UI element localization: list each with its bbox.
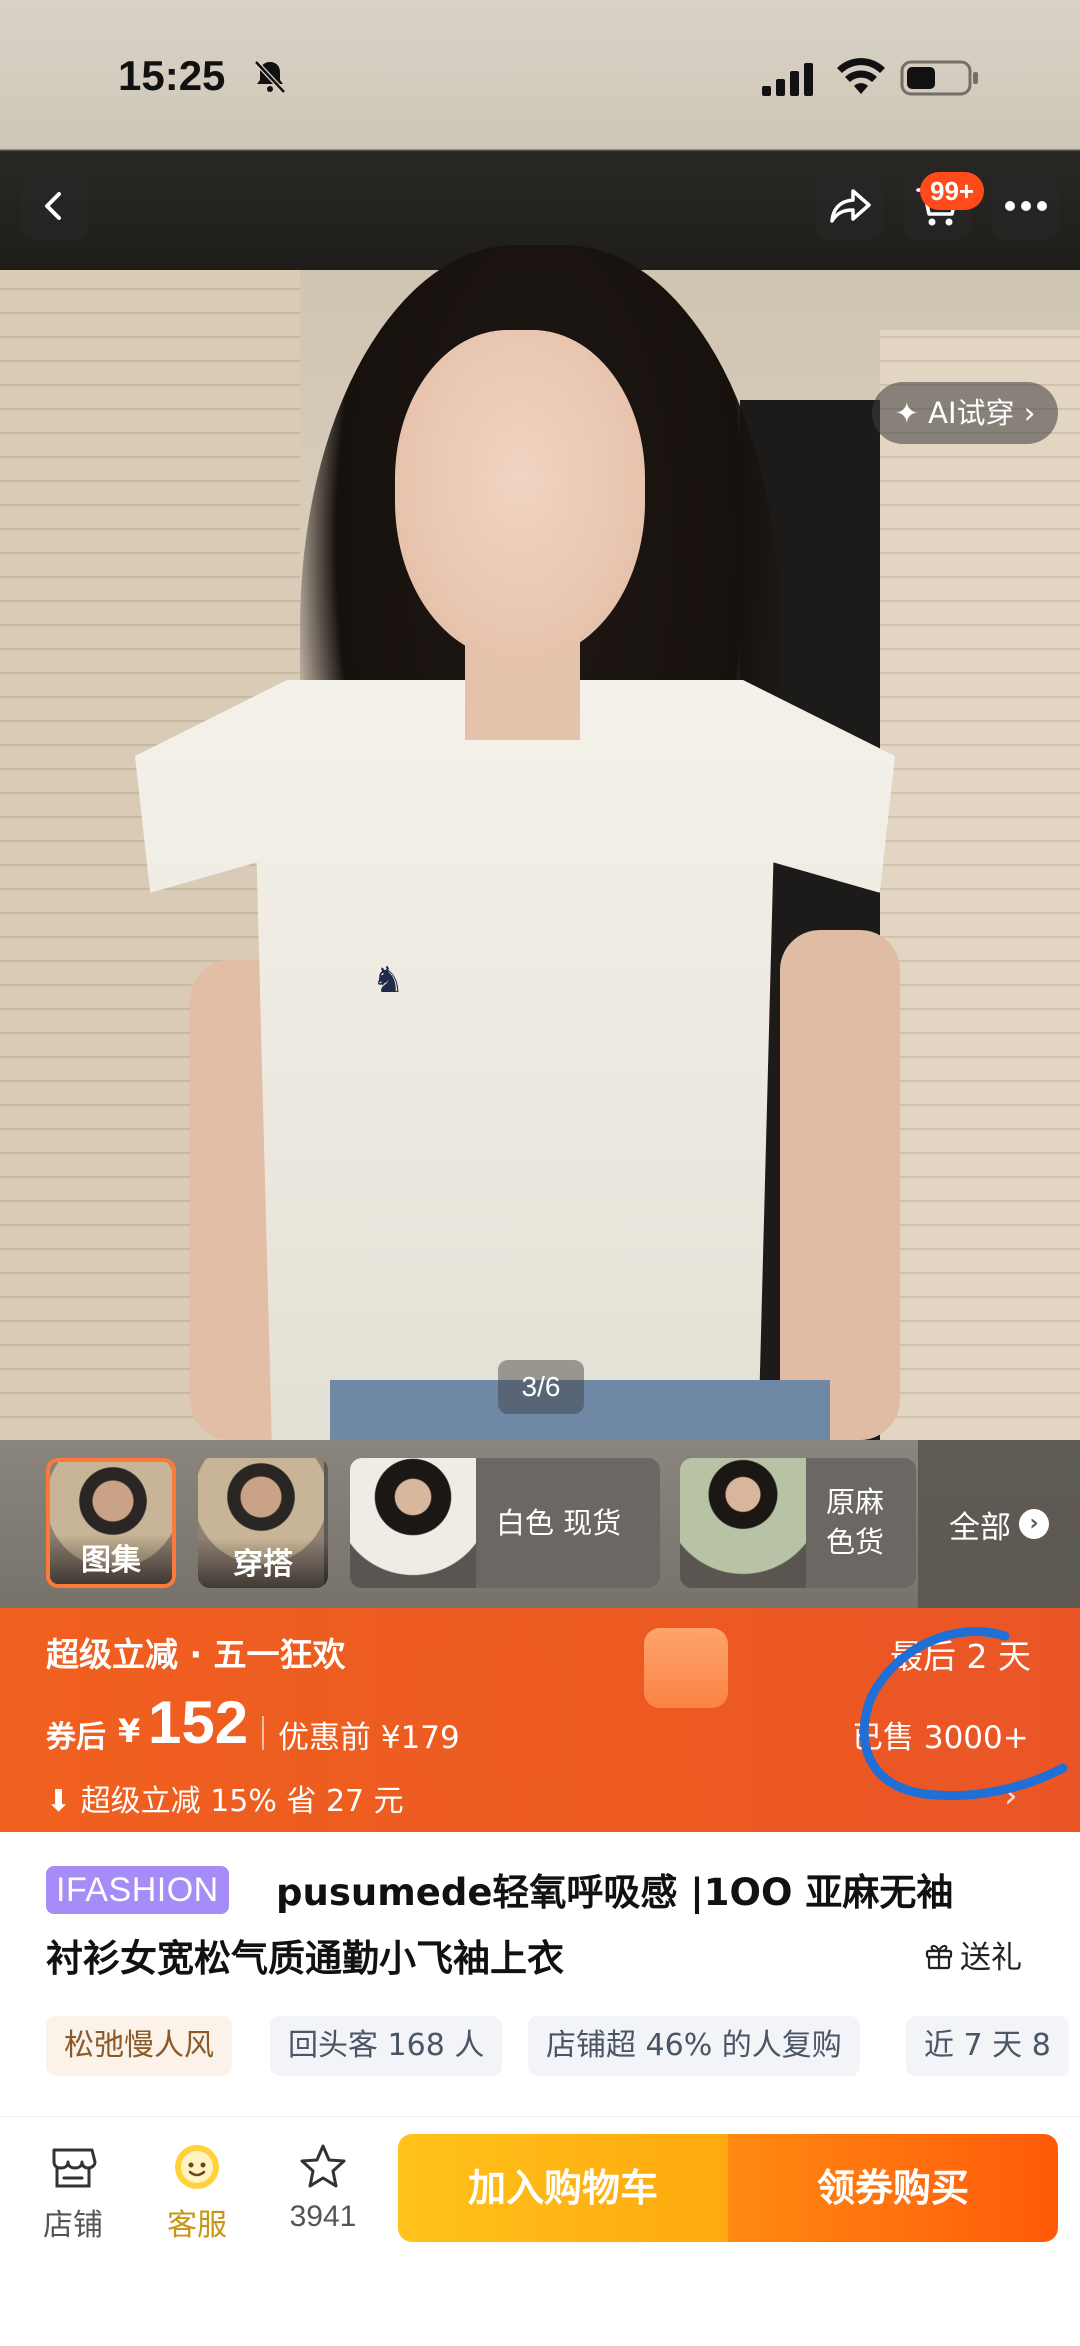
saving-info: ⬇ 超级立减 15% 省 27 元 xyxy=(46,1784,404,1819)
image-pager-indicator: 3/6 xyxy=(498,1360,584,1414)
coupon-buy-button[interactable]: 领券购买 xyxy=(728,2134,1058,2242)
chevron-right-icon: › xyxy=(1019,1509,1049,1539)
store-icon xyxy=(52,2148,97,2188)
customer-service-label: 客服 xyxy=(167,2208,227,2243)
tag-repurchase-rate[interactable]: 店铺超 46% 的人复购 xyxy=(528,2016,860,2076)
chevron-left-icon xyxy=(45,192,61,220)
currency-symbol: ¥ xyxy=(118,1712,141,1750)
variant-linen-image xyxy=(680,1458,806,1588)
wifi-icon xyxy=(837,58,885,94)
gift-button[interactable]: 送礼 xyxy=(924,1932,1022,1977)
model-face xyxy=(395,330,645,660)
back-button[interactable] xyxy=(20,172,88,240)
star-icon xyxy=(300,2144,346,2188)
share-button[interactable] xyxy=(816,172,884,240)
view-all-variants-button[interactable]: 全部 › xyxy=(918,1440,1080,1608)
deer-embroidery-icon: ♞ xyxy=(372,960,405,1001)
shopping-bag-icon xyxy=(644,1628,728,1708)
more-options-button[interactable] xyxy=(992,172,1060,240)
status-bar: 15:25 xyxy=(0,0,1080,150)
tag-recent[interactable]: 近 7 天 8 xyxy=(906,2016,1069,2076)
add-to-cart-button[interactable]: 加入购物车 xyxy=(398,2134,728,2242)
thumb-outfit[interactable]: 穿搭 xyxy=(198,1458,328,1588)
favorite-button[interactable]: 3941 xyxy=(268,2140,378,2234)
promo-title: 超级立减 · 五一狂欢 xyxy=(46,1635,346,1674)
current-price: 152 xyxy=(148,1689,249,1756)
cart-count-badge: 99+ xyxy=(920,172,985,210)
thumb-outfit-caption: 穿搭 xyxy=(198,1538,328,1588)
customer-service-button[interactable]: 客服 xyxy=(142,2140,252,2244)
product-title-line2: 衬衫女宽松气质通勤小飞袖上衣 xyxy=(46,1937,564,1980)
variant-white-label: 白色 现货 xyxy=(496,1506,622,1540)
store-button[interactable]: 店铺 xyxy=(18,2140,128,2244)
brand-tag: IFASHION xyxy=(46,1866,229,1914)
variant-white-image xyxy=(350,1458,476,1588)
thumb-gallery[interactable]: 图集 xyxy=(46,1458,176,1588)
ai-tryon-button[interactable]: ✦ AI试穿 › xyxy=(872,382,1058,444)
share-icon xyxy=(830,189,871,223)
gift-icon xyxy=(925,1944,953,1969)
more-dots-icon xyxy=(1005,201,1047,211)
battery-icon xyxy=(900,60,978,96)
price-divider xyxy=(262,1716,264,1750)
variant-linen[interactable]: 原麻色货 xyxy=(680,1458,916,1588)
model-arm-right xyxy=(780,930,900,1440)
product-title-line1: pusumede轻氧呼吸感 |1OO 亚麻无袖 xyxy=(276,1871,954,1914)
variant-linen-label: 原麻色货 xyxy=(826,1485,885,1559)
cell-signal-icon xyxy=(762,63,813,96)
store-label: 店铺 xyxy=(43,2208,103,2243)
feature-tags: 松弛慢人风 回头客 168 人 店铺超 46% 的人复购 近 7 天 8 xyxy=(46,2016,1080,2076)
original-price: 优惠前 ¥179 xyxy=(278,1720,460,1756)
photo-wall-right xyxy=(880,330,1080,1440)
tag-style[interactable]: 松弛慢人风 xyxy=(46,2016,232,2076)
hand-drawn-annotation-mark xyxy=(859,1627,1068,1801)
favorite-count: 3941 xyxy=(289,2200,357,2233)
gift-label: 送礼 xyxy=(960,1940,1022,1976)
status-time: 15:25 xyxy=(118,52,226,99)
mute-bell-icon xyxy=(254,60,286,94)
variant-white[interactable]: 白色 现货 xyxy=(350,1458,660,1588)
thumb-gallery-caption: 图集 xyxy=(50,1534,172,1584)
customer-service-icon xyxy=(175,2145,219,2189)
tag-repeat-customers[interactable]: 回头客 168 人 xyxy=(270,2016,503,2076)
view-all-label: 全部 xyxy=(949,1509,1011,1546)
price-after-coupon-label: 券后 xyxy=(46,1720,106,1755)
